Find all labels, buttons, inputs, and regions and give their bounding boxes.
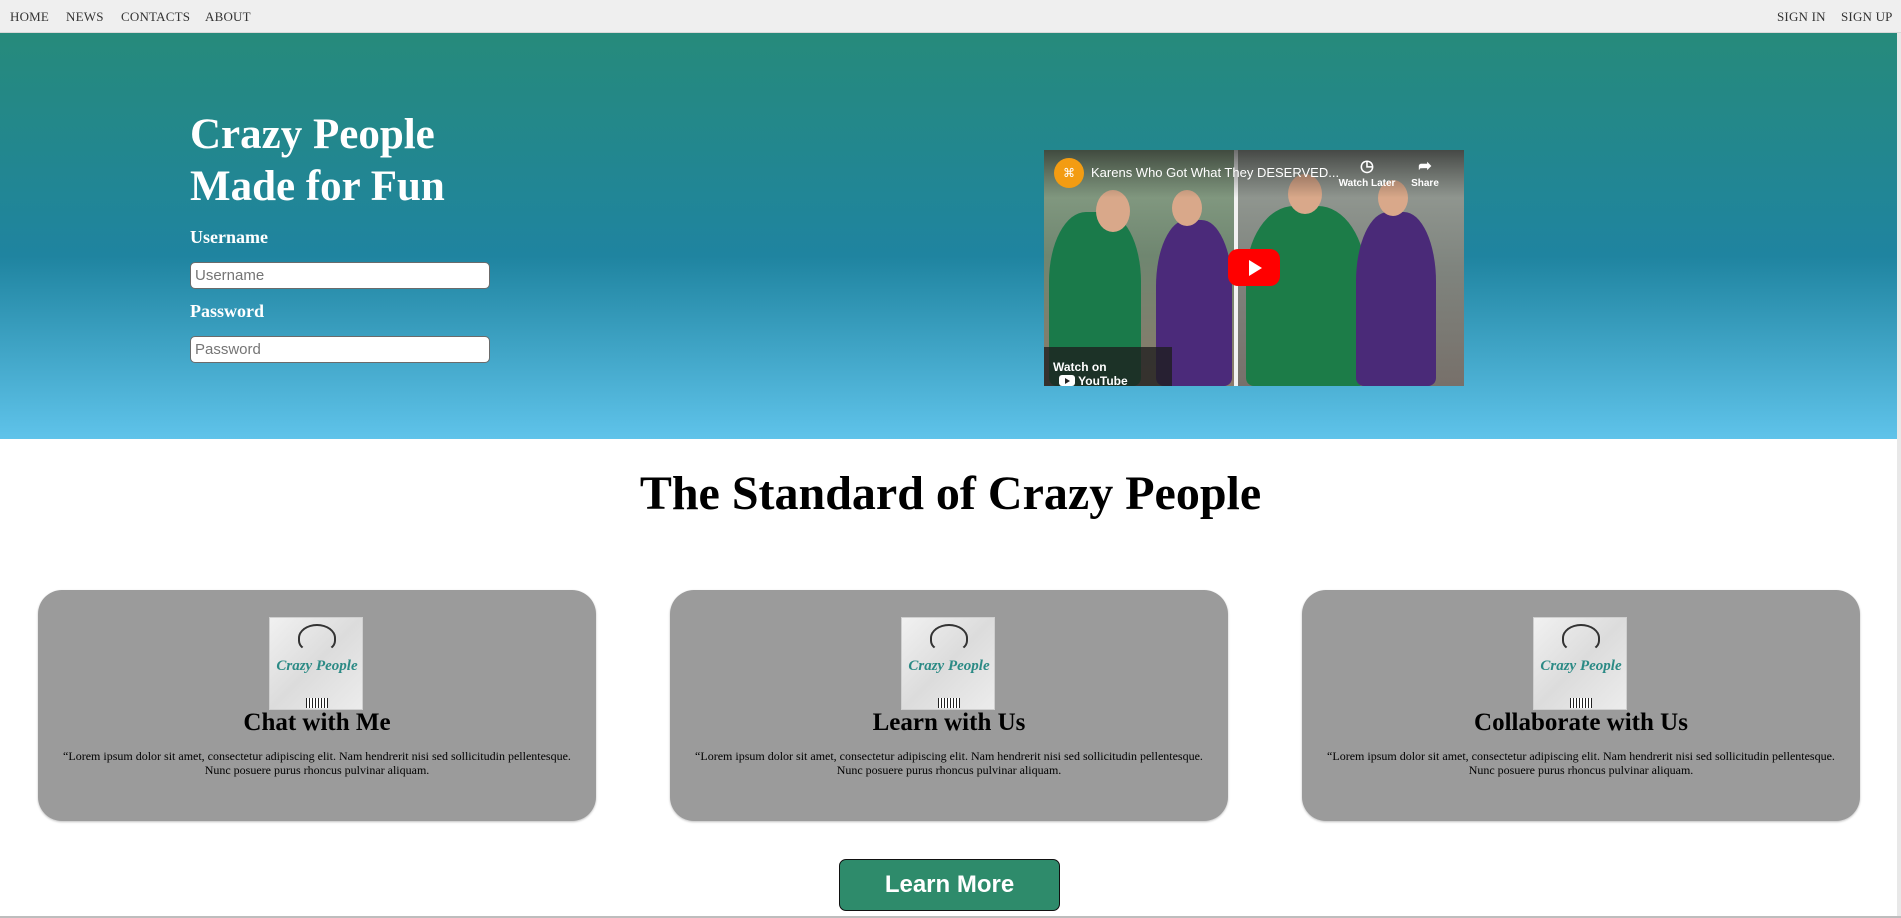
card-title: Collaborate with Us bbox=[1474, 709, 1688, 736]
card-title: Learn with Us bbox=[872, 709, 1026, 736]
password-input[interactable] bbox=[190, 336, 490, 363]
logo-text: Crazy People bbox=[1540, 658, 1622, 674]
watch-on-label: Watch on bbox=[1053, 360, 1107, 374]
password-label: Password bbox=[190, 301, 265, 321]
nav-sign-up-link[interactable]: SIGN UP bbox=[1841, 9, 1893, 25]
hero-title: Crazy People Made for Fun bbox=[190, 109, 550, 213]
crazy-people-logo: Crazy People bbox=[269, 617, 363, 710]
feature-card-learn: Crazy People Learn with Us “Lorem ipsum … bbox=[670, 590, 1228, 821]
nav-contacts-link[interactable]: CONTACTS bbox=[121, 9, 190, 25]
card-description: “Lorem ipsum dolor sit amet, consectetur… bbox=[63, 749, 571, 777]
section-title: The Standard of Crazy People bbox=[639, 467, 1262, 520]
channel-avatar-icon[interactable]: ⌘ bbox=[1054, 158, 1084, 188]
youtube-play-mini-icon bbox=[1059, 375, 1075, 386]
video-title[interactable]: Karens Who Got What They DESERVED... bbox=[1091, 165, 1341, 180]
crazy-people-logo: Crazy People bbox=[1533, 617, 1627, 710]
share-arrow-icon: ➦ bbox=[1418, 158, 1432, 175]
nav-news-link[interactable]: NEWS bbox=[66, 9, 104, 25]
card-description: “Lorem ipsum dolor sit amet, consectetur… bbox=[1327, 749, 1835, 777]
barcode-icon bbox=[306, 698, 328, 708]
logo-text: Crazy People bbox=[908, 658, 990, 674]
feature-card-chat: Crazy People Chat with Me “Lorem ipsum d… bbox=[38, 590, 596, 821]
video-top-bar: ⌘ Karens Who Got What They DESERVED... ◷… bbox=[1044, 150, 1464, 198]
card-title: Chat with Me bbox=[243, 709, 391, 736]
barcode-icon bbox=[938, 698, 960, 708]
play-icon[interactable] bbox=[1228, 249, 1280, 286]
hero-title-line2: Made for Fun bbox=[190, 163, 445, 210]
watch-later-button[interactable]: ◷ Watch Later bbox=[1337, 158, 1397, 189]
youtube-logo-icon: YouTube bbox=[1059, 374, 1128, 386]
logo-text: Crazy People bbox=[276, 658, 358, 674]
logo-art-icon bbox=[298, 624, 336, 652]
hero-banner: Crazy People Made for Fun Username Passw… bbox=[0, 33, 1901, 439]
youtube-logo-text: YouTube bbox=[1078, 374, 1128, 386]
logo-art-icon bbox=[1562, 624, 1600, 652]
feature-card-collaborate: Crazy People Collaborate with Us “Lorem … bbox=[1302, 590, 1860, 821]
page-edge bbox=[1897, 33, 1901, 918]
hero-title-line1: Crazy People bbox=[190, 111, 435, 158]
nav-about-link[interactable]: ABOUT bbox=[205, 9, 251, 25]
watch-on-youtube-button[interactable]: Watch on YouTube bbox=[1044, 347, 1172, 386]
clock-icon: ◷ bbox=[1360, 158, 1374, 175]
username-label: Username bbox=[190, 227, 268, 247]
crazy-people-logo: Crazy People bbox=[901, 617, 995, 710]
card-description: “Lorem ipsum dolor sit amet, consectetur… bbox=[695, 749, 1203, 777]
share-button[interactable]: ➦ Share bbox=[1395, 158, 1455, 189]
watch-later-label: Watch Later bbox=[1338, 178, 1396, 189]
barcode-icon bbox=[1570, 698, 1592, 708]
logo-art-icon bbox=[930, 624, 968, 652]
nav-sign-in-link[interactable]: SIGN IN bbox=[1777, 9, 1826, 25]
person-purple-jacket-figure bbox=[1356, 212, 1436, 386]
share-label: Share bbox=[1411, 178, 1439, 189]
username-input[interactable] bbox=[190, 262, 490, 289]
top-nav: HOME NEWS CONTACTS ABOUT SIGN IN SIGN UP bbox=[0, 0, 1901, 33]
learn-more-button[interactable]: Learn More bbox=[839, 859, 1060, 911]
nav-home-link[interactable]: HOME bbox=[10, 9, 49, 25]
youtube-video-embed[interactable]: ⌘ Karens Who Got What They DESERVED... ◷… bbox=[1044, 150, 1464, 386]
person-green-jacket-figure bbox=[1246, 206, 1366, 386]
